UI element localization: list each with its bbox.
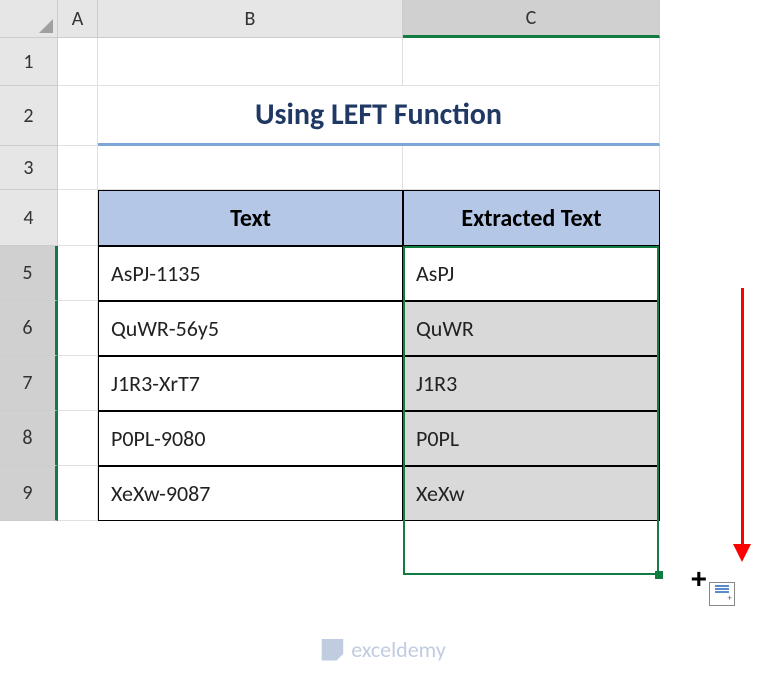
fill-cursor-icon: + <box>691 563 707 595</box>
row-header-1[interactable]: 1 <box>0 38 58 86</box>
table-header-extracted[interactable]: Extracted Text <box>403 190 660 246</box>
cell-b1[interactable] <box>98 38 403 86</box>
cell-a6[interactable] <box>58 301 98 356</box>
title-cell[interactable]: Using LEFT Function <box>98 86 660 146</box>
cell-a7[interactable] <box>58 356 98 411</box>
cell-a8[interactable] <box>58 411 98 466</box>
row-header-3[interactable]: 3 <box>0 146 58 190</box>
row-header-6[interactable]: 6 <box>0 301 58 356</box>
row-header-9[interactable]: 9 <box>0 466 58 521</box>
row-header-4[interactable]: 4 <box>0 190 58 246</box>
cell-c6[interactable]: QuWR <box>403 301 660 356</box>
cell-c9[interactable]: XeXw <box>403 466 660 521</box>
watermark: exceldemy <box>321 636 446 663</box>
cell-c7[interactable]: J1R3 <box>403 356 660 411</box>
cell-c1[interactable] <box>403 38 660 86</box>
row-header-2[interactable]: 2 <box>0 86 58 146</box>
cell-b6[interactable]: QuWR-56y5 <box>98 301 403 356</box>
exceldemy-logo-icon <box>321 639 343 661</box>
cell-b5[interactable]: AsPJ-1135 <box>98 246 403 301</box>
cell-b8[interactable]: P0PL-9080 <box>98 411 403 466</box>
col-header-a[interactable]: A <box>58 0 98 38</box>
cell-b9[interactable]: XeXw-9087 <box>98 466 403 521</box>
spreadsheet-grid: A B C 1 2 Using LEFT Function 3 4 Text E… <box>0 0 767 521</box>
row-header-7[interactable]: 7 <box>0 356 58 411</box>
cell-a5[interactable] <box>58 246 98 301</box>
cell-c8[interactable]: P0PL <box>403 411 660 466</box>
cell-a1[interactable] <box>58 38 98 86</box>
cell-b7[interactable]: J1R3-XrT7 <box>98 356 403 411</box>
cell-a3[interactable] <box>58 146 98 190</box>
cell-b3[interactable] <box>98 146 403 190</box>
row-header-8[interactable]: 8 <box>0 411 58 466</box>
watermark-text: exceldemy <box>351 636 446 663</box>
row-header-5[interactable]: 5 <box>0 246 58 301</box>
col-header-c[interactable]: C <box>403 0 660 38</box>
cell-a9[interactable] <box>58 466 98 521</box>
select-all-corner[interactable] <box>0 0 58 38</box>
cell-a4[interactable] <box>58 190 98 246</box>
cell-a2[interactable] <box>58 86 98 146</box>
autofill-options-button[interactable]: + <box>709 582 735 606</box>
col-header-b[interactable]: B <box>98 0 403 38</box>
table-header-text[interactable]: Text <box>98 190 403 246</box>
fill-handle[interactable] <box>655 571 663 579</box>
cell-c5[interactable]: AsPJ <box>403 246 660 301</box>
cell-c3[interactable] <box>403 146 660 190</box>
